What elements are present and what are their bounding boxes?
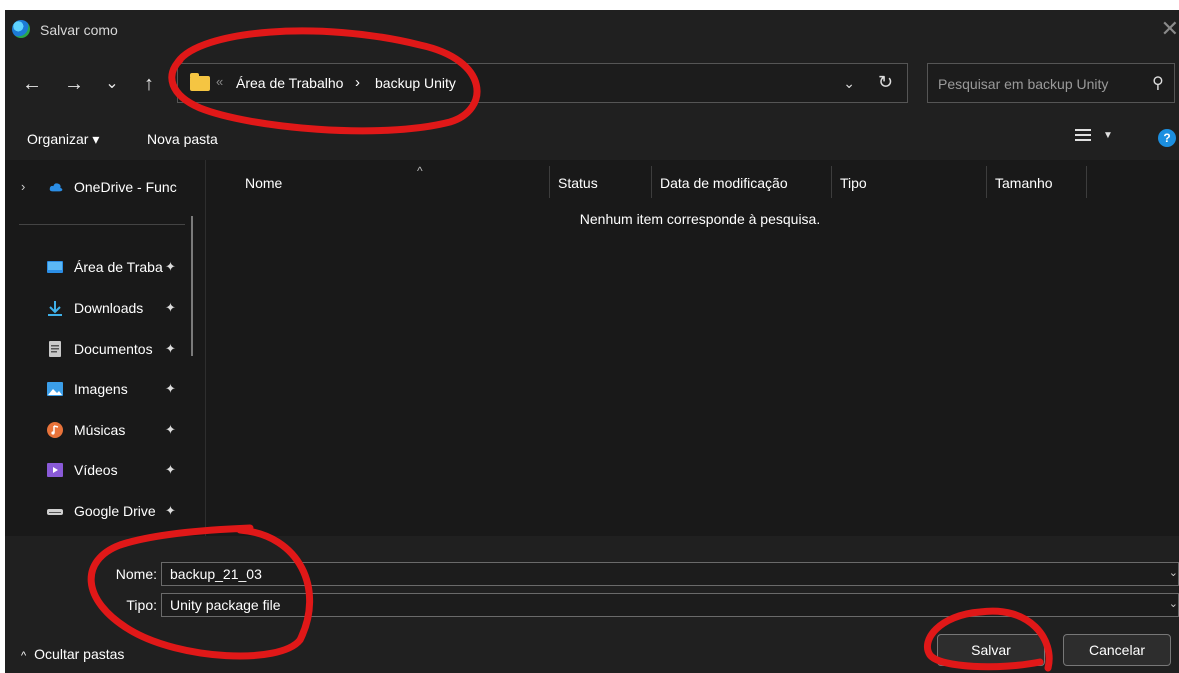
- title-bar: Salvar como ✕: [5, 10, 1179, 50]
- pane-divider: [19, 224, 185, 225]
- app-logo-icon: [12, 20, 30, 38]
- sidebar-item-onedrive[interactable]: › OneDrive - Func: [5, 170, 193, 204]
- save-as-dialog: Salvar como ✕ ← → ⌄ ↑ « Área de Trabalho…: [5, 10, 1179, 673]
- pin-icon: ✦: [165, 381, 176, 396]
- breadcrumb-separator-icon[interactable]: ›: [355, 74, 360, 91]
- file-name-label: Nome:: [115, 566, 157, 582]
- refresh-icon[interactable]: ↻: [878, 72, 893, 93]
- file-list: Nome ^ Status Data de modificação Tipo T…: [206, 160, 1179, 536]
- column-header-size[interactable]: Tamanho: [987, 166, 1087, 198]
- file-type-label: Tipo:: [126, 597, 157, 613]
- recent-locations-button[interactable]: ⌄: [103, 70, 121, 98]
- sidebar-item-desktop[interactable]: Área de Traba ✦: [5, 250, 193, 284]
- cancel-button[interactable]: Cancelar: [1063, 634, 1171, 666]
- file-name-dropdown-icon[interactable]: ⌄: [1169, 566, 1178, 579]
- document-icon: [49, 341, 61, 357]
- back-button[interactable]: ←: [21, 70, 43, 98]
- search-icon[interactable]: ⚲: [1152, 73, 1164, 93]
- pin-icon: ✦: [165, 422, 176, 437]
- music-icon: [47, 422, 63, 438]
- pin-icon: ✦: [165, 341, 176, 356]
- address-dropdown-icon[interactable]: ⌄: [843, 75, 855, 92]
- save-button[interactable]: Salvar: [937, 634, 1045, 666]
- sidebar-item-label: Documentos: [74, 341, 153, 357]
- column-header-name[interactable]: Nome ^: [237, 164, 550, 198]
- hide-folders-label: Ocultar pastas: [34, 646, 125, 662]
- chevron-up-icon: ^: [21, 650, 27, 662]
- save-footer: Nome: ⌄ Tipo: Unity package file ⌄ ^ Ocul…: [5, 536, 1179, 673]
- sidebar-item-downloads[interactable]: Downloads ✦: [5, 291, 193, 325]
- sort-ascending-icon: ^: [417, 164, 423, 178]
- window-title: Salvar como: [40, 22, 118, 38]
- search-input[interactable]: [936, 72, 1140, 96]
- empty-message: Nenhum item corresponde à pesquisa.: [579, 211, 821, 227]
- file-type-value: Unity package file: [170, 597, 281, 613]
- column-header-type[interactable]: Tipo: [832, 166, 987, 198]
- desktop-icon: [47, 261, 63, 273]
- hide-folders-button[interactable]: ^ Ocultar pastas: [21, 646, 124, 662]
- new-folder-button[interactable]: Nova pasta: [147, 131, 218, 147]
- cloud-icon: [49, 183, 63, 192]
- navigation-bar: ← → ⌄ ↑ « Área de Trabalho › backup Unit…: [5, 50, 1179, 120]
- forward-button[interactable]: →: [63, 70, 85, 98]
- pin-icon: ✦: [165, 300, 176, 315]
- pin-icon: ✦: [165, 503, 176, 518]
- sidebar-item-label: Músicas: [74, 422, 126, 438]
- sidebar-item-music[interactable]: Músicas ✦: [5, 413, 193, 447]
- sidebar-item-label: Google Drive: [74, 503, 156, 519]
- download-icon: [48, 301, 62, 316]
- breadcrumb-backup-unity[interactable]: backup Unity: [375, 75, 456, 91]
- breadcrumb-desktop[interactable]: Área de Trabalho: [236, 75, 343, 91]
- drive-icon: [47, 509, 63, 515]
- file-name-input[interactable]: [170, 565, 1070, 583]
- sidebar-item-label: Imagens: [74, 381, 128, 397]
- navigation-pane: › OneDrive - Func Área de Traba ✦ Downlo…: [5, 160, 205, 536]
- sidebar-item-videos[interactable]: Vídeos ✦: [5, 453, 193, 487]
- column-header-date-modified[interactable]: Data de modificação: [652, 166, 832, 198]
- file-type-dropdown-icon[interactable]: ⌄: [1169, 597, 1178, 610]
- column-header-status[interactable]: Status: [550, 166, 652, 198]
- expand-chevron-icon[interactable]: ›: [21, 179, 25, 194]
- view-dropdown-icon[interactable]: ▼: [1103, 130, 1113, 141]
- pin-icon: ✦: [165, 259, 176, 274]
- image-icon: [47, 382, 63, 396]
- sidebar-item-documents[interactable]: Documentos ✦: [5, 332, 193, 366]
- sidebar-item-images[interactable]: Imagens ✦: [5, 372, 193, 406]
- pin-icon: ✦: [165, 462, 176, 477]
- folder-icon: [190, 73, 210, 91]
- help-icon[interactable]: ?: [1158, 129, 1176, 147]
- sidebar-item-google-drive[interactable]: Google Drive ✦: [5, 494, 193, 528]
- sidebar-item-label: OneDrive - Func: [74, 179, 177, 195]
- up-button[interactable]: ↑: [139, 70, 159, 98]
- command-bar: Organizar ▾ Nova pasta ▼ ?: [5, 120, 1179, 160]
- video-icon: [47, 463, 63, 477]
- file-type-select[interactable]: Unity package file ⌄: [161, 593, 1179, 617]
- overflow-icon[interactable]: «: [216, 74, 223, 89]
- close-icon[interactable]: ✕: [1161, 16, 1179, 42]
- search-box[interactable]: ⚲: [927, 63, 1175, 103]
- sidebar-item-label: Downloads: [74, 300, 144, 316]
- organize-button[interactable]: Organizar ▾: [27, 131, 99, 148]
- view-options-icon[interactable]: [1075, 129, 1091, 145]
- sidebar-item-label: Vídeos: [74, 462, 118, 478]
- file-name-field[interactable]: ⌄: [161, 562, 1179, 586]
- address-bar[interactable]: « Área de Trabalho › backup Unity ⌄ ↻: [177, 63, 908, 103]
- sidebar-item-label: Área de Traba: [74, 259, 163, 275]
